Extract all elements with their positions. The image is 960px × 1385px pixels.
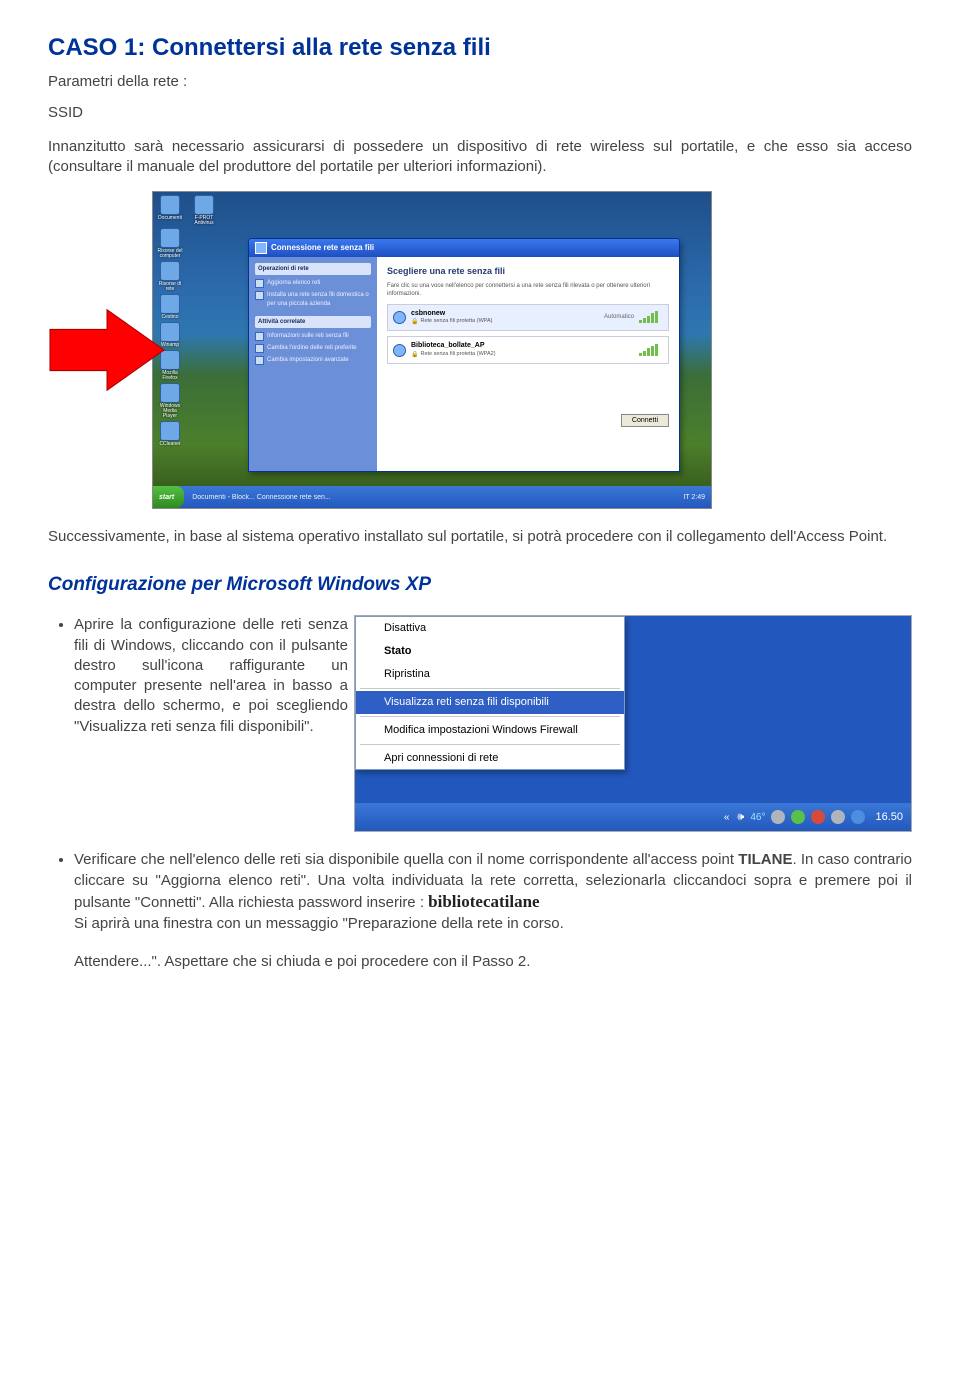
sidebar-link[interactable]: Cambia l'ordine delle reti preferite <box>255 344 371 353</box>
menu-item-ripristina[interactable]: Ripristina <box>356 663 624 686</box>
tray-temperature: 46° <box>750 811 765 825</box>
sidebar-link[interactable]: Cambia impostazioni avanzate <box>255 356 371 365</box>
menu-separator <box>360 716 620 717</box>
red-arrow-icon <box>48 305 166 395</box>
menu-item-disattiva[interactable]: Disattiva <box>356 617 624 640</box>
network-security: Rete senza fili protetta (WPA) <box>420 318 492 325</box>
context-menu: Disattiva Stato Ripristina Visualizza re… <box>355 616 625 770</box>
menu-separator <box>360 744 620 745</box>
window-titlebar: Connessione rete senza fili <box>249 239 679 257</box>
main-desc: Fare clic su una voce nell'elenco per co… <box>387 282 669 298</box>
sidebar-header-2: Attività correlate <box>255 316 371 328</box>
network-row[interactable]: Biblioteca_bollate_AP 🔒Rete senza fili p… <box>387 336 669 364</box>
config-heading: Configurazione per Microsoft Windows XP <box>48 572 912 598</box>
taskbar: start Documenti - Block... Connessione r… <box>153 486 711 508</box>
subtitle: Parametri della rete : <box>48 72 912 92</box>
lock-icon: 🔒 <box>411 318 418 326</box>
menu-item-apri-connessioni[interactable]: Apri connessioni di rete <box>356 747 624 770</box>
bullet-2-text-pre: Verificare che nell'elenco delle reti si… <box>74 851 738 868</box>
network-security: Rete senza fili protetta (WPA2) <box>420 351 495 358</box>
network-auto: Automatico <box>604 313 634 321</box>
sidebar-link[interactable]: Installa una rete senza fili domestica o… <box>255 291 371 307</box>
antenna-icon <box>393 311 406 324</box>
wireless-window: Connessione rete senza fili Operazioni d… <box>248 238 680 472</box>
tray-icon[interactable] <box>811 810 825 824</box>
page-title: CASO 1: Connettersi alla rete senza fili <box>48 32 912 64</box>
tray-chevron-icon[interactable]: « <box>724 811 730 825</box>
desktop-screenshot: DocumentiF-PROT Antivirus Risorse del co… <box>152 191 712 509</box>
paragraph-after-figure: Successivamente, in base al sistema oper… <box>48 527 912 547</box>
sidebar-header-1: Operazioni di rete <box>255 263 371 275</box>
sidebar-link[interactable]: Informazioni sulle reti senza fili <box>255 332 371 341</box>
network-row[interactable]: csbnonew 🔒Rete senza fili protetta (WPA)… <box>387 304 669 332</box>
window-icon <box>255 242 267 254</box>
ssid-label: SSID <box>48 103 912 123</box>
menu-item-visualizza-reti[interactable]: Visualizza reti senza fili disponibili <box>356 691 624 714</box>
menu-separator <box>360 688 620 689</box>
bullet-2-password: bibliotecatilane <box>428 892 539 911</box>
window-sidebar: Operazioni di rete Aggiorna elenco reti … <box>249 257 377 471</box>
bullet-2: Verificare che nell'elenco delle reti si… <box>74 850 912 934</box>
tray-icon[interactable] <box>771 810 785 824</box>
tray-clock: 16.50 <box>875 810 903 825</box>
sidebar-link[interactable]: Aggiorna elenco reti <box>255 279 371 288</box>
connect-button[interactable]: Connetti <box>621 414 669 427</box>
figure-desktop: DocumentiF-PROT Antivirus Risorse del co… <box>48 191 912 509</box>
tray-icon[interactable] <box>851 810 865 824</box>
start-button[interactable]: start <box>153 486 184 508</box>
bullet-2-after: Si aprirà una finestra con un messaggio … <box>74 915 564 932</box>
menu-item-stato[interactable]: Stato <box>356 640 624 663</box>
signal-icon <box>639 344 663 356</box>
window-title: Connessione rete senza fili <box>271 243 374 254</box>
antenna-icon <box>393 344 406 357</box>
tray-icon[interactable] <box>831 810 845 824</box>
tray-bar: « 🕪 46° 16.50 <box>355 803 911 831</box>
window-main: Scegliere una rete senza fili Fare clic … <box>377 257 679 471</box>
network-name: Biblioteca_bollate_AP <box>411 341 634 350</box>
signal-icon <box>639 311 663 323</box>
tray-speaker-icon[interactable]: 🕪 <box>737 810 744 825</box>
bullet-1: Aprire la configurazione delle reti senz… <box>74 615 348 737</box>
tray-icon[interactable] <box>791 810 805 824</box>
bullet-2-tilane: TILANE <box>738 851 792 868</box>
lock-icon: 🔒 <box>411 351 418 359</box>
intro-paragraph: Innanzitutto sarà necessario assicurarsi… <box>48 137 912 178</box>
taskbar-items[interactable]: Documenti - Block... Connessione rete se… <box>184 493 331 502</box>
bottom-paragraph: Attendere...". Aspettare che si chiuda e… <box>48 952 912 972</box>
menu-item-firewall[interactable]: Modifica impostazioni Windows Firewall <box>356 719 624 742</box>
context-menu-screenshot: Disattiva Stato Ripristina Visualizza re… <box>354 615 912 832</box>
main-title: Scegliere una rete senza fili <box>387 265 669 277</box>
network-name: csbnonew <box>411 309 599 318</box>
system-tray: IT 2:49 <box>683 493 711 502</box>
